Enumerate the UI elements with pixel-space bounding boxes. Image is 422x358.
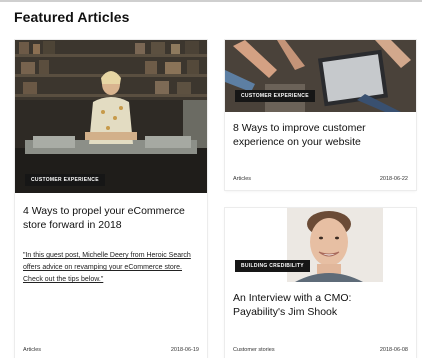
- section-title: Featured Articles: [14, 9, 130, 25]
- article-image-shop[interactable]: CUSTOMER EXPERIENCE: [15, 40, 207, 193]
- category-badge: BUILDING CREDIBILITY: [235, 260, 310, 272]
- article-category: Customer stories: [233, 347, 275, 353]
- article-card[interactable]: CUSTOMER EXPERIENCE 4 Ways to propel you…: [15, 40, 207, 358]
- article-title[interactable]: 4 Ways to propel your eCommerce store fo…: [23, 205, 197, 232]
- article-card[interactable]: BUILDING CREDIBILITY An Interview with a…: [225, 208, 416, 358]
- article-category: Articles: [23, 347, 42, 353]
- article-title[interactable]: 8 Ways to improve customer experience on…: [233, 122, 406, 149]
- category-badge: CUSTOMER EXPERIENCE: [235, 90, 315, 102]
- article-image-laptop[interactable]: CUSTOMER EXPERIENCE: [225, 40, 416, 112]
- article-image-portrait[interactable]: BUILDING CREDIBILITY: [225, 208, 416, 282]
- category-badge: CUSTOMER EXPERIENCE: [25, 174, 105, 186]
- shop-worker-photo: [15, 40, 207, 193]
- article-card[interactable]: CUSTOMER EXPERIENCE 8 Ways to improve cu…: [225, 40, 416, 190]
- article-excerpt[interactable]: "In this guest post, Michelle Deery from…: [23, 250, 193, 286]
- article-date: 2018-06-19: [170, 347, 199, 353]
- top-divider: [0, 0, 422, 2]
- article-category: Articles: [233, 176, 252, 182]
- article-date: 2018-06-08: [379, 347, 408, 353]
- article-date: 2018-06-22: [379, 176, 408, 182]
- article-title[interactable]: An Interview with a CMO: Payability's Ji…: [233, 292, 406, 319]
